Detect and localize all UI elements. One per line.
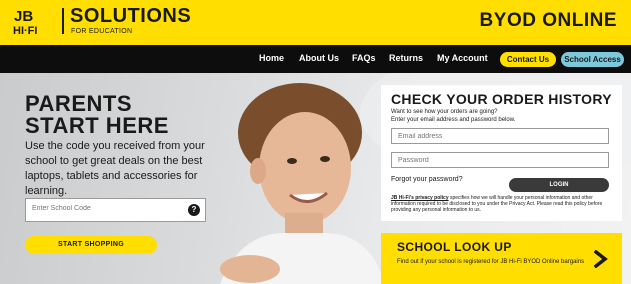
school-lookup-title: SCHOOL LOOK UP xyxy=(397,240,512,254)
site-title: BYOD ONLINE xyxy=(479,10,617,31)
hero-heading-line2: START HERE xyxy=(25,113,169,138)
school-code-input[interactable] xyxy=(32,205,182,212)
email-field xyxy=(391,128,609,144)
nav-my-account[interactable]: My Account xyxy=(437,53,488,63)
hero-heading: PARENTS START HERE xyxy=(25,93,169,137)
login-button[interactable]: LOGIN xyxy=(509,178,609,192)
password-input[interactable] xyxy=(398,157,598,164)
nav-about-us[interactable]: About Us xyxy=(299,53,339,63)
help-icon[interactable]: ? xyxy=(188,204,200,216)
order-subtitle-line2: Enter your email address and password be… xyxy=(391,117,516,123)
privacy-notice: JB Hi-Fi's privacy policy specifies how … xyxy=(391,195,616,213)
contact-us-button[interactable]: Contact Us xyxy=(500,52,556,67)
password-field xyxy=(391,152,609,168)
school-access-button[interactable]: School Access xyxy=(561,52,624,67)
email-input[interactable] xyxy=(398,133,598,140)
order-history-subtitle: Want to see how your orders are going? E… xyxy=(391,108,616,124)
jb-hifi-logo[interactable]: JB HI·FI xyxy=(13,7,53,37)
site-header: JB HI·FI SOLUTIONS FOR EDUCATION BYOD ON… xyxy=(0,0,631,45)
hero-description: Use the code you received from your scho… xyxy=(25,140,205,197)
svg-text:JB: JB xyxy=(14,8,33,25)
nav-home[interactable]: Home xyxy=(259,53,284,63)
nav-returns[interactable]: Returns xyxy=(389,53,423,63)
order-history-panel: CHECK YOUR ORDER HISTORY Want to see how… xyxy=(381,85,622,221)
school-lookup-text: Find out if your school is registered fo… xyxy=(397,259,585,265)
nav-faqs[interactable]: FAQs xyxy=(352,53,376,63)
hero-heading-line1: PARENTS xyxy=(25,91,132,116)
main-nav: Home About Us FAQs Returns My Account Co… xyxy=(0,45,631,73)
svg-text:HI·FI: HI·FI xyxy=(13,25,37,37)
school-lookup-banner[interactable]: SCHOOL LOOK UP Find out if your school i… xyxy=(381,233,622,284)
hero-section: PARENTS START HERE Use the code you rece… xyxy=(0,73,631,284)
forgot-password-link[interactable]: Forgot your password? xyxy=(391,176,463,183)
brand-title: SOLUTIONS xyxy=(70,5,192,27)
chevron-right-icon[interactable] xyxy=(594,250,608,268)
school-code-field: ? xyxy=(25,198,206,222)
logo-divider xyxy=(62,8,64,34)
order-subtitle-line1: Want to see how your orders are going? xyxy=(391,109,498,115)
order-history-title: CHECK YOUR ORDER HISTORY xyxy=(391,91,612,107)
brand-subtitle: FOR EDUCATION xyxy=(71,28,133,35)
start-shopping-button[interactable]: START SHOPPING xyxy=(25,236,157,254)
